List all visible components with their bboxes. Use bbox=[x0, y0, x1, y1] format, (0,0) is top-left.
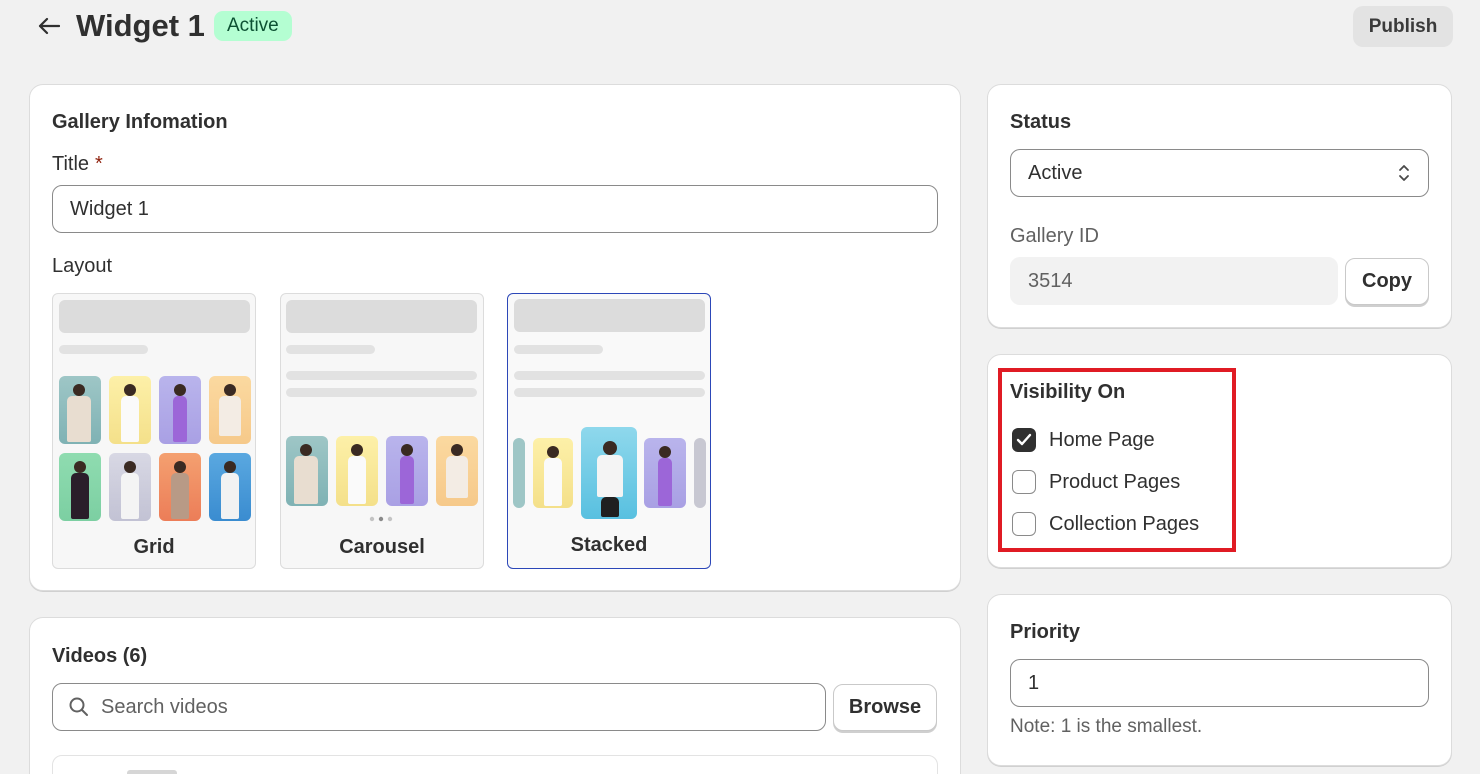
video-thumbnail bbox=[436, 436, 478, 506]
skeleton-line bbox=[514, 371, 705, 380]
video-thumbnail bbox=[127, 770, 177, 774]
gallery-info-heading: Gallery Infomation bbox=[52, 111, 228, 133]
video-thumbnail bbox=[159, 376, 201, 444]
skeleton-line bbox=[514, 388, 705, 397]
video-thumbnail bbox=[286, 436, 328, 506]
video-thumbnail bbox=[159, 453, 201, 521]
layout-label-carousel: Carousel bbox=[339, 536, 425, 558]
priority-heading: Priority bbox=[1010, 621, 1081, 643]
video-thumbnail bbox=[336, 436, 378, 506]
video-thumbnail bbox=[109, 376, 151, 444]
video-thumbnail bbox=[533, 438, 573, 508]
search-icon bbox=[69, 697, 88, 716]
video-thumbnail bbox=[209, 376, 251, 444]
gallery-id-value: 3514 bbox=[1028, 269, 1073, 292]
title-label-text: Title bbox=[52, 153, 90, 175]
layout-label: Layout bbox=[52, 255, 113, 277]
gallery-id-field: 3514 bbox=[1010, 257, 1338, 305]
layout-label-grid: Grid bbox=[133, 536, 175, 558]
priority-note: Note: 1 is the smallest. bbox=[1010, 716, 1203, 737]
video-thumbnail bbox=[386, 436, 428, 506]
video-thumbnail bbox=[59, 376, 101, 444]
search-placeholder: Search videos bbox=[101, 695, 228, 718]
highlight-annotation-box bbox=[998, 368, 1236, 552]
videos-heading: Videos (6) bbox=[52, 645, 148, 667]
video-list-item[interactable] bbox=[52, 755, 938, 774]
layout-option-stacked[interactable]: Stacked bbox=[507, 293, 711, 569]
search-videos-input[interactable]: Search videos bbox=[52, 683, 826, 731]
required-mark: * bbox=[95, 153, 103, 175]
skeleton-line bbox=[286, 388, 477, 397]
layout-label-stacked: Stacked bbox=[570, 534, 648, 556]
title-input[interactable]: Widget 1 bbox=[52, 185, 938, 233]
arrow-left-icon bbox=[38, 17, 60, 35]
back-button[interactable] bbox=[32, 10, 66, 42]
layout-option-grid[interactable]: Grid bbox=[52, 293, 256, 569]
video-thumbnail bbox=[513, 438, 525, 508]
priority-input[interactable]: 1 bbox=[1010, 659, 1429, 707]
skeleton-block bbox=[514, 299, 705, 332]
page-title: Widget 1 bbox=[76, 8, 205, 43]
gallery-id-label: Gallery ID bbox=[1010, 225, 1099, 247]
copy-button[interactable]: Copy bbox=[1345, 258, 1429, 305]
skeleton-block bbox=[59, 300, 250, 333]
skeleton-line bbox=[286, 371, 477, 380]
title-label: Title * bbox=[52, 153, 103, 176]
publish-button[interactable]: Publish bbox=[1353, 6, 1453, 47]
video-thumbnail bbox=[109, 453, 151, 521]
skeleton-line bbox=[59, 345, 148, 354]
status-badge: Active bbox=[214, 11, 292, 41]
title-input-value: Widget 1 bbox=[70, 197, 149, 220]
skeleton-line bbox=[514, 345, 603, 354]
select-chevrons-icon bbox=[1399, 165, 1409, 181]
layout-option-carousel[interactable]: Carousel bbox=[280, 293, 484, 569]
carousel-dots-icon bbox=[369, 516, 393, 522]
browse-button[interactable]: Browse bbox=[833, 684, 937, 731]
priority-value: 1 bbox=[1028, 671, 1040, 694]
status-select[interactable]: Active bbox=[1010, 149, 1429, 197]
video-thumbnail bbox=[694, 438, 706, 508]
video-thumbnail bbox=[59, 453, 101, 521]
video-thumbnail bbox=[209, 453, 251, 521]
skeleton-block bbox=[286, 300, 477, 333]
status-heading: Status bbox=[1010, 111, 1072, 133]
video-thumbnail bbox=[644, 438, 686, 508]
skeleton-line bbox=[286, 345, 375, 354]
status-select-value: Active bbox=[1028, 161, 1083, 184]
video-thumbnail-featured bbox=[581, 427, 637, 519]
